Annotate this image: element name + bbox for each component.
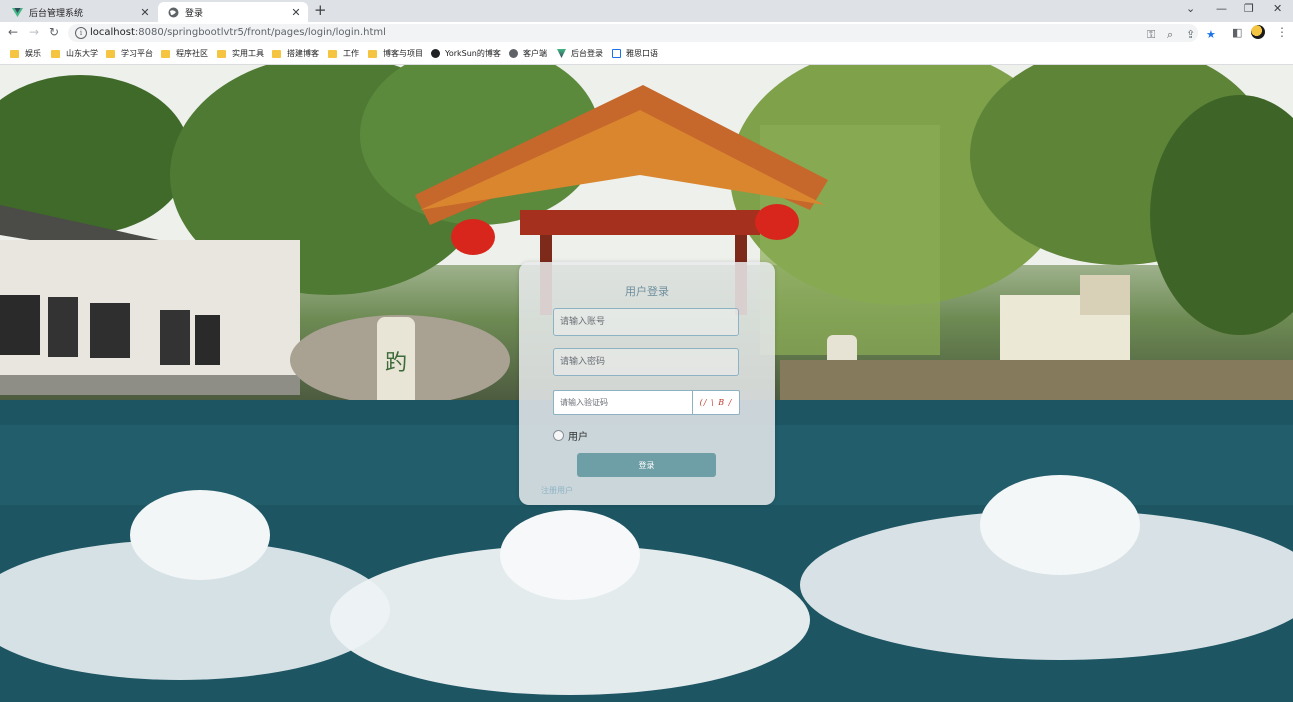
reload-icon[interactable]: ↻ (49, 25, 59, 39)
folder-icon (161, 49, 170, 58)
new-tab-icon[interactable]: + (314, 1, 327, 19)
tab-admin[interactable]: 后台管理系统 ✕ (2, 2, 157, 22)
svg-text:趵: 趵 (385, 351, 407, 376)
role-label: 用户 (568, 432, 588, 443)
bookmark-link[interactable]: 雅思口语 (612, 48, 658, 59)
address-bar[interactable]: i localhost:8080/springbootlvtr5/front/p… (68, 24, 1216, 42)
info-icon[interactable]: i (75, 27, 87, 39)
bookmark-folder[interactable]: 学习平台 (106, 48, 153, 59)
folder-icon (10, 49, 19, 58)
role-radio-group[interactable]: 用户 (553, 428, 588, 443)
window-close-icon[interactable]: ✕ (1273, 2, 1282, 15)
profile-avatar[interactable] (1251, 25, 1265, 39)
url-text[interactable]: localhost:8080/springbootlvtr5/front/pag… (90, 27, 386, 38)
close-icon[interactable]: ✕ (139, 6, 151, 19)
star-icon[interactable]: ★ (1206, 28, 1216, 41)
globe-icon (168, 7, 179, 18)
bookmark-folder[interactable]: 山东大学 (51, 48, 98, 59)
username-input[interactable] (553, 308, 739, 336)
captcha-image[interactable]: (/ \ B / (692, 390, 740, 415)
globe-icon (509, 49, 518, 58)
minimize-icon[interactable]: — (1216, 2, 1227, 15)
bookmark-link[interactable]: 客户端 (509, 48, 547, 59)
bookmarks-bar: 娱乐 山东大学 学习平台 程序社区 实用工具 搭建博客 工作 博客与项目 Yor… (0, 44, 1293, 65)
zoom-icon[interactable]: ⌕ (1167, 28, 1173, 42)
password-input[interactable] (553, 348, 739, 376)
side-panel-icon[interactable]: ◧ (1232, 26, 1242, 39)
captcha-input[interactable] (553, 390, 692, 415)
folder-icon (272, 49, 281, 58)
bookmark-folder[interactable]: 程序社区 (161, 48, 208, 59)
navigation-bar: ← → ↻ i localhost:8080/springbootlvtr5/f… (0, 22, 1293, 44)
back-icon[interactable]: ← (8, 25, 18, 39)
bookmark-folder[interactable]: 工作 (328, 48, 359, 59)
restore-icon[interactable]: ❐ (1244, 2, 1254, 15)
tab-bar: 后台管理系统 ✕ 登录 ✕ + ⌄ — ❐ ✕ (0, 0, 1293, 22)
menu-icon[interactable]: ⋮ (1276, 25, 1288, 39)
folder-icon (217, 49, 226, 58)
bookmark-link[interactable]: YorkSun的博客 (431, 48, 501, 59)
bookmark-folder[interactable]: 实用工具 (217, 48, 264, 59)
role-radio[interactable] (553, 430, 564, 441)
tab-label: 登录 (185, 8, 204, 19)
share-icon[interactable]: ⇪ (1186, 28, 1195, 41)
blog-icon (431, 49, 440, 58)
login-form: 用户登录 (/ \ B / 用户 登录 注册用户 (519, 262, 775, 505)
folder-icon (328, 49, 337, 58)
close-icon[interactable]: ✕ (290, 6, 302, 19)
chevron-down-icon[interactable]: ⌄ (1186, 2, 1195, 15)
tab-label: 后台管理系统 (29, 8, 84, 19)
login-title: 用户登录 (625, 285, 669, 298)
tab-login[interactable]: 登录 ✕ (158, 2, 308, 22)
forward-icon[interactable]: → (29, 25, 39, 39)
bookmark-link[interactable]: 后台登录 (557, 48, 603, 59)
folder-icon (51, 49, 60, 58)
vue-icon (557, 49, 566, 58)
login-button[interactable]: 登录 (577, 453, 716, 477)
folder-icon (106, 49, 115, 58)
folder-icon (368, 49, 377, 58)
bookmark-folder[interactable]: 搭建博客 (272, 48, 319, 59)
bookmark-folder[interactable]: 娱乐 (10, 48, 41, 59)
register-link[interactable]: 注册用户 (541, 485, 573, 496)
calendar-icon (612, 49, 621, 58)
bookmark-folder[interactable]: 博客与项目 (368, 48, 423, 59)
key-icon[interactable]: ⚿ (1147, 28, 1155, 42)
vue-icon (12, 7, 23, 18)
